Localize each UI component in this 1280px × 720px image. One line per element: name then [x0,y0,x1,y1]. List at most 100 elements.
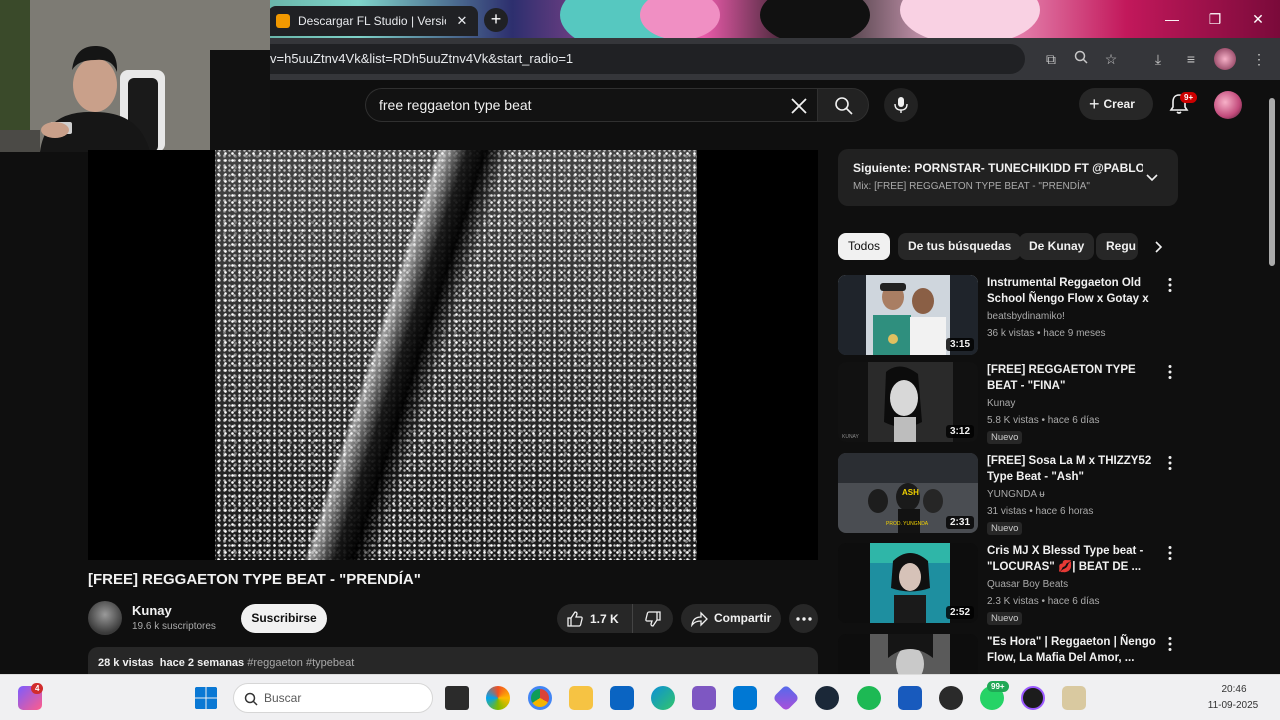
video-player[interactable] [88,150,818,560]
windows-taskbar: 4 Buscar 99+ 20:46 11-09-2025 [0,674,1280,720]
subscribe-button[interactable]: Suscribirse [241,604,327,633]
create-button[interactable]: + Crear [1079,88,1153,120]
more-vertical-icon[interactable] [1164,636,1176,652]
taskbar-search-box[interactable]: Buscar [233,683,433,713]
chip-todos[interactable]: Todos [838,233,891,260]
video-title[interactable]: [FREE] Sosa La M x THIZZY52 Type Beat - … [987,453,1157,485]
more-vertical-icon[interactable] [1164,364,1176,380]
video-meta: 2.3 K vistas • hace 6 días [987,596,1100,607]
scrollbar-thumb[interactable] [1269,98,1275,266]
copilot-icon[interactable] [486,686,510,710]
thumbnail-text: ASH [902,488,919,497]
recommended-video[interactable]: KUNAY 3:12 [FREE] REGGAETON TYPE BEAT - … [838,362,1178,444]
share-icon [691,611,708,627]
video-meta: 36 k vistas • hace 9 meses [987,328,1106,339]
search-button[interactable] [817,88,869,122]
dislike-button[interactable] [633,604,673,633]
more-actions-button[interactable] [789,604,818,633]
spotify-icon[interactable] [857,686,881,710]
recommended-video[interactable]: ASH PROD. YUNGNDA 2:31 [FREE] Sosa La M … [838,453,1178,535]
description-box[interactable]: 28 k vistas hace 2 semanas #reggaeton #t… [88,647,818,677]
outlook-icon[interactable] [610,686,634,710]
taskbar-date[interactable]: 11-09-2025 [1200,700,1266,711]
close-window-button[interactable]: ✕ [1236,0,1280,38]
hashtags[interactable]: #reggaeton #typebeat [247,657,354,669]
taskbar-time[interactable]: 20:46 [1205,684,1263,695]
chevron-right-icon[interactable] [1149,238,1167,256]
media-controls-icon[interactable]: ≡ [1180,48,1202,70]
video-channel[interactable]: beatsbydinamiko! [987,311,1065,322]
video-title[interactable]: [FREE] REGGAETON TYPE BEAT - "FINA" [987,362,1157,394]
clear-search-icon[interactable] [787,94,811,118]
video-duration: 2:31 [945,516,974,529]
plus-icon: + [1089,94,1100,114]
bookmark-star-icon[interactable]: ☆ [1100,48,1122,70]
user-avatar[interactable] [1214,91,1242,119]
new-tab-button[interactable]: + [484,8,508,32]
page-scrollbar[interactable] [1266,84,1278,674]
video-meta: 31 vistas • hace 6 horas [987,506,1094,517]
close-tab-icon[interactable]: ✕ [454,13,470,29]
word-icon[interactable] [898,686,922,710]
voice-search-button[interactable] [884,88,918,122]
edge-icon[interactable] [651,686,675,710]
video-thumbnail[interactable]: 2:52 [838,543,978,623]
new-badge: Nuevo [987,612,1023,625]
more-vertical-icon[interactable] [1164,545,1176,561]
microsoft-store-icon[interactable] [733,686,757,710]
steam-icon[interactable] [815,686,839,710]
more-vertical-icon[interactable] [1164,277,1176,293]
chip-de-kunay[interactable]: De Kunay [1019,233,1095,260]
search-icon [835,97,853,115]
chrome-icon[interactable] [528,686,552,710]
app-icon[interactable] [939,686,963,710]
thumbs-up-icon [567,611,583,627]
channel-avatar[interactable] [88,601,122,635]
video-title[interactable]: Cris MJ X Blessd Type beat - "LOCURAS" 💋… [987,543,1157,575]
calendar-app-icon[interactable] [692,686,716,710]
recommended-video[interactable]: "Es Hora" | Reggaeton | Ñengo Flow, La M… [838,634,1178,674]
downloads-icon[interactable]: ⤓ [1147,48,1169,70]
video-title[interactable]: Instrumental Reggaeton Old School Ñengo … [987,275,1157,309]
video-thumbnail[interactable]: ASH PROD. YUNGNDA 2:31 [838,453,978,533]
zoom-icon[interactable] [1070,48,1092,70]
restore-button[interactable]: ❐ [1193,0,1237,38]
browser-tab[interactable]: Descargar FL Studio | Versión co ✕ [268,6,478,36]
install-app-icon[interactable]: ⧉ [1040,48,1062,70]
channel-name[interactable]: Kunay [132,603,172,618]
app-icon[interactable] [1062,686,1086,710]
video-title[interactable]: "Es Hora" | Reggaeton | Ñengo Flow, La M… [987,634,1157,666]
more-vertical-icon[interactable] [1164,455,1176,471]
create-label: Crear [1103,97,1135,111]
playlist-next-panel[interactable]: Siguiente: PORNSTAR- TUNECHIKIDD FT @PAB… [838,149,1178,206]
recommended-video[interactable]: 2:52 Cris MJ X Blessd Type beat - "LOCUR… [838,543,1178,625]
share-button[interactable]: Compartir [681,604,781,633]
video-channel[interactable]: Kunay [987,398,1015,409]
profile-avatar-icon[interactable] [1214,48,1236,70]
video-channel[interactable]: YUNGNDA ᵾ [987,489,1045,500]
recommended-video[interactable]: 3:15 Instrumental Reggaeton Old School Ñ… [838,275,1178,357]
app-icon[interactable] [772,684,800,712]
like-button[interactable]: 1.7 K [557,604,633,633]
whatsapp-badge: 99+ [987,681,1009,692]
video-thumbnail[interactable]: 3:15 [838,275,978,355]
address-bar[interactable]: v=h5uuZtnv4Vk&list=RDh5uuZtnv4Vk&start_r… [270,44,1025,74]
minimize-button[interactable]: — [1150,0,1194,38]
chevron-down-icon[interactable] [1144,169,1160,185]
media-player-icon[interactable] [1021,686,1045,710]
search-input[interactable] [379,97,769,113]
windows-start-icon[interactable] [194,686,218,710]
search-box[interactable] [365,88,817,122]
tab-title: Descargar FL Studio | Versión co [298,14,446,28]
video-duration: 3:15 [945,338,974,351]
video-thumbnail[interactable]: KUNAY 3:12 [838,362,978,442]
like-dislike-group: 1.7 K [557,604,673,633]
video-thumbnail[interactable] [838,634,978,674]
browser-menu-icon[interactable]: ⋮ [1248,48,1270,70]
task-view-icon[interactable] [445,686,469,710]
video-channel[interactable]: Quasar Boy Beats [987,579,1068,590]
chip-de-tus-busquedas[interactable]: De tus búsquedas [898,233,1022,260]
chip-regu[interactable]: Regu [1096,233,1138,260]
video-frame-image [215,150,697,560]
file-explorer-icon[interactable] [569,686,593,710]
